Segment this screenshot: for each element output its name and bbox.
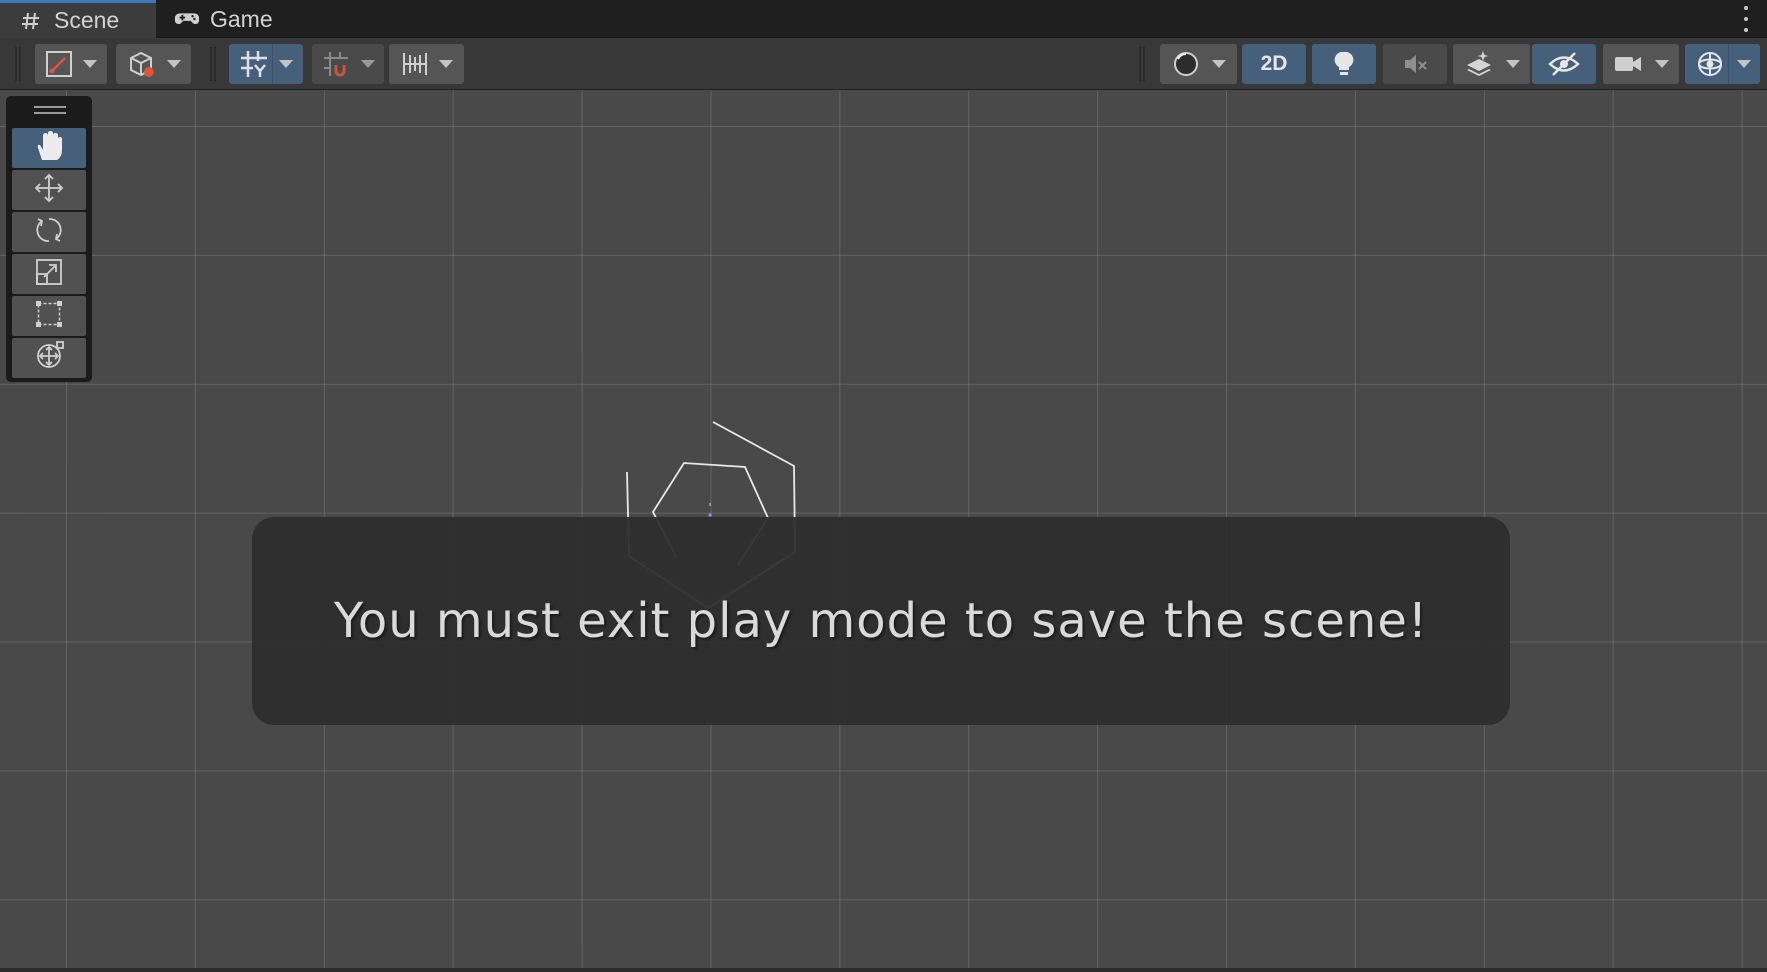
scene-visibility-toggle[interactable] bbox=[1532, 44, 1596, 84]
effects-layers-icon bbox=[1464, 49, 1494, 79]
window-bottom-border bbox=[0, 968, 1767, 972]
tab-game-label: Game bbox=[210, 5, 273, 32]
chevron-down-icon bbox=[1655, 60, 1669, 68]
tab-scene-label: Scene bbox=[54, 7, 120, 33]
toolbar-grip[interactable] bbox=[1139, 47, 1145, 81]
draw-mode-dropdown[interactable] bbox=[35, 44, 107, 84]
chevron-down-icon bbox=[1505, 60, 1520, 68]
lightbulb-icon bbox=[1332, 50, 1356, 78]
toolbar-grip[interactable] bbox=[210, 47, 216, 81]
move-tool[interactable] bbox=[12, 170, 86, 210]
transform-tool[interactable] bbox=[12, 338, 86, 378]
snap-magnet-icon bbox=[321, 49, 351, 79]
view-options-dropdown[interactable] bbox=[116, 44, 191, 84]
move-arrows-icon bbox=[33, 172, 65, 209]
rotate-tool[interactable] bbox=[12, 212, 86, 252]
palette-drag-handle[interactable] bbox=[34, 106, 66, 114]
rect-transform-icon bbox=[34, 299, 64, 334]
audio-toggle[interactable] bbox=[1383, 44, 1447, 84]
split-divider bbox=[1728, 44, 1729, 84]
cube-icon bbox=[127, 49, 157, 79]
grid-hash-icon bbox=[18, 8, 44, 34]
split-divider bbox=[272, 44, 273, 84]
effects-dropdown[interactable] bbox=[1453, 44, 1530, 84]
toggle-2d-label: 2D bbox=[1260, 52, 1288, 75]
hand-icon bbox=[34, 130, 64, 167]
eye-hidden-icon bbox=[1548, 50, 1580, 78]
speaker-mute-icon bbox=[1401, 50, 1429, 78]
shading-mode-dropdown[interactable] bbox=[1160, 44, 1237, 84]
chevron-down-icon bbox=[1736, 60, 1751, 68]
gamepad-icon bbox=[174, 6, 200, 32]
tab-scene[interactable]: Scene bbox=[0, 0, 156, 38]
draw-mode-icon bbox=[45, 50, 73, 78]
ruler-icon bbox=[401, 50, 429, 78]
camera-dropdown[interactable] bbox=[1603, 44, 1679, 84]
scale-tool[interactable] bbox=[12, 254, 86, 294]
chevron-down-icon bbox=[361, 60, 375, 68]
sphere-icon bbox=[1172, 50, 1200, 78]
play-mode-notification: You must exit play mode to save the scen… bbox=[252, 517, 1510, 725]
transform-icon bbox=[33, 340, 65, 377]
tab-bar: Scene Game bbox=[0, 0, 1767, 38]
scene-toolbar: 2D bbox=[0, 38, 1767, 90]
chevron-down-icon bbox=[438, 60, 453, 68]
toolbar-grip[interactable] bbox=[15, 47, 21, 81]
rotate-icon bbox=[33, 214, 65, 251]
chevron-down-icon bbox=[279, 60, 293, 68]
grid-axis-icon bbox=[239, 49, 269, 79]
camera-icon bbox=[1613, 52, 1643, 76]
notification-message: You must exit play mode to save the scen… bbox=[333, 593, 1429, 649]
gizmos-dropdown[interactable] bbox=[1685, 44, 1760, 84]
scene-window: Scene Game 2D You must exit play mode to… bbox=[0, 0, 1767, 972]
toggle-2d-button[interactable]: 2D bbox=[1242, 44, 1306, 84]
chevron-down-icon bbox=[166, 60, 181, 68]
chevron-down-icon bbox=[83, 60, 97, 68]
grid-visibility-dropdown[interactable] bbox=[389, 44, 464, 84]
more-options-icon[interactable] bbox=[1741, 6, 1751, 32]
incremental-snap-dropdown[interactable] bbox=[312, 44, 384, 84]
chevron-down-icon bbox=[1211, 60, 1226, 68]
gizmo-globe-icon bbox=[1695, 49, 1725, 79]
hand-tool[interactable] bbox=[12, 128, 86, 168]
tool-palette bbox=[6, 96, 92, 382]
grid-snapping-dropdown[interactable] bbox=[229, 44, 303, 84]
scale-icon bbox=[34, 257, 64, 292]
lighting-toggle[interactable] bbox=[1312, 44, 1376, 84]
rect-tool[interactable] bbox=[12, 296, 86, 336]
tab-game[interactable]: Game bbox=[156, 0, 287, 38]
